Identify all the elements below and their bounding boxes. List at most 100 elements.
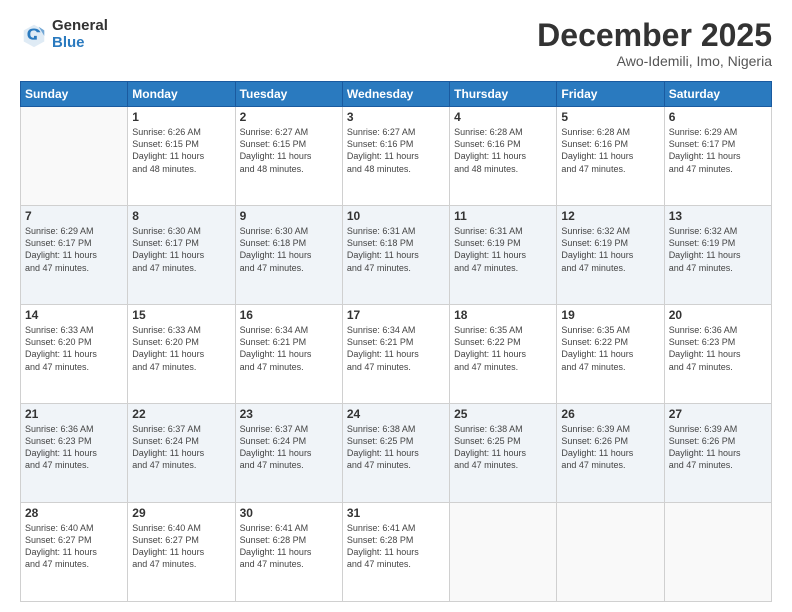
day-info: Sunrise: 6:27 AM Sunset: 6:15 PM Dayligh… [240, 126, 338, 175]
day-number: 24 [347, 407, 445, 421]
day-info: Sunrise: 6:36 AM Sunset: 6:23 PM Dayligh… [669, 324, 767, 373]
table-row: 17 Sunrise: 6:34 AM Sunset: 6:21 PM Dayli… [342, 305, 449, 404]
calendar-week-row: 1 Sunrise: 6:26 AM Sunset: 6:15 PM Daylig… [21, 107, 772, 206]
day-number: 4 [454, 110, 552, 124]
calendar-week-row: 28 Sunrise: 6:40 AM Sunset: 6:27 PM Dayli… [21, 503, 772, 602]
day-info: Sunrise: 6:37 AM Sunset: 6:24 PM Dayligh… [240, 423, 338, 472]
table-row: 6 Sunrise: 6:29 AM Sunset: 6:17 PM Daylig… [664, 107, 771, 206]
day-number: 18 [454, 308, 552, 322]
day-info: Sunrise: 6:33 AM Sunset: 6:20 PM Dayligh… [25, 324, 123, 373]
table-row: 3Sunrise: 6:27 AM Sunset: 6:16 PM Daylig… [342, 107, 449, 206]
table-row: 13 Sunrise: 6:32 AM Sunset: 6:19 PM Dayli… [664, 206, 771, 305]
day-number: 6 [669, 110, 767, 124]
logo-general: General [52, 18, 108, 35]
table-row: 28 Sunrise: 6:40 AM Sunset: 6:27 PM Dayli… [21, 503, 128, 602]
table-row: 19 Sunrise: 6:35 AM Sunset: 6:22 PM Dayli… [557, 305, 664, 404]
day-info: Sunrise: 6:28 AM Sunset: 6:16 PM Dayligh… [561, 126, 659, 175]
calendar-week-row: 14 Sunrise: 6:33 AM Sunset: 6:20 PM Dayli… [21, 305, 772, 404]
day-number: 3 [347, 110, 445, 124]
day-number: 15 [132, 308, 230, 322]
col-friday: Friday [557, 82, 664, 107]
col-thursday: Thursday [450, 82, 557, 107]
table-row: 5 Sunrise: 6:28 AM Sunset: 6:16 PM Daylig… [557, 107, 664, 206]
day-number: 26 [561, 407, 659, 421]
day-info: Sunrise: 6:28 AM Sunset: 6:16 PM Dayligh… [454, 126, 552, 175]
day-number: 7 [25, 209, 123, 223]
day-info: Sunrise: 6:39 AM Sunset: 6:26 PM Dayligh… [561, 423, 659, 472]
table-row: 21Sunrise: 6:36 AM Sunset: 6:23 PM Dayli… [21, 404, 128, 503]
day-number: 9 [240, 209, 338, 223]
logo-blue: Blue [52, 35, 108, 52]
day-number: 28 [25, 506, 123, 520]
day-info: Sunrise: 6:32 AM Sunset: 6:19 PM Dayligh… [669, 225, 767, 274]
logo: General Blue [20, 18, 108, 51]
day-info: Sunrise: 6:38 AM Sunset: 6:25 PM Dayligh… [454, 423, 552, 472]
col-sunday: Sunday [21, 82, 128, 107]
table-row: 2Sunrise: 6:27 AM Sunset: 6:15 PM Daylig… [235, 107, 342, 206]
location-subtitle: Awo-Idemili, Imo, Nigeria [537, 53, 772, 69]
day-number: 13 [669, 209, 767, 223]
day-info: Sunrise: 6:35 AM Sunset: 6:22 PM Dayligh… [561, 324, 659, 373]
table-row [664, 503, 771, 602]
table-row: 22 Sunrise: 6:37 AM Sunset: 6:24 PM Dayli… [128, 404, 235, 503]
day-info: Sunrise: 6:31 AM Sunset: 6:19 PM Dayligh… [454, 225, 552, 274]
day-info: Sunrise: 6:29 AM Sunset: 6:17 PM Dayligh… [669, 126, 767, 175]
table-row: 16Sunrise: 6:34 AM Sunset: 6:21 PM Dayli… [235, 305, 342, 404]
col-tuesday: Tuesday [235, 82, 342, 107]
title-area: December 2025 Awo-Idemili, Imo, Nigeria [537, 18, 772, 69]
day-info: Sunrise: 6:26 AM Sunset: 6:15 PM Dayligh… [132, 126, 230, 175]
day-number: 27 [669, 407, 767, 421]
day-info: Sunrise: 6:34 AM Sunset: 6:21 PM Dayligh… [347, 324, 445, 373]
day-number: 23 [240, 407, 338, 421]
day-info: Sunrise: 6:41 AM Sunset: 6:28 PM Dayligh… [240, 522, 338, 571]
day-number: 25 [454, 407, 552, 421]
table-row: 7Sunrise: 6:29 AM Sunset: 6:17 PM Daylig… [21, 206, 128, 305]
day-number: 31 [347, 506, 445, 520]
day-number: 11 [454, 209, 552, 223]
table-row: 29 Sunrise: 6:40 AM Sunset: 6:27 PM Dayli… [128, 503, 235, 602]
day-number: 22 [132, 407, 230, 421]
table-row: 9Sunrise: 6:30 AM Sunset: 6:18 PM Daylig… [235, 206, 342, 305]
day-info: Sunrise: 6:32 AM Sunset: 6:19 PM Dayligh… [561, 225, 659, 274]
day-number: 1 [132, 110, 230, 124]
day-number: 30 [240, 506, 338, 520]
table-row: 25 Sunrise: 6:38 AM Sunset: 6:25 PM Dayli… [450, 404, 557, 503]
table-row: 11 Sunrise: 6:31 AM Sunset: 6:19 PM Dayli… [450, 206, 557, 305]
day-info: Sunrise: 6:40 AM Sunset: 6:27 PM Dayligh… [132, 522, 230, 571]
table-row: 31 Sunrise: 6:41 AM Sunset: 6:28 PM Dayli… [342, 503, 449, 602]
table-row [450, 503, 557, 602]
table-row: 26 Sunrise: 6:39 AM Sunset: 6:26 PM Dayli… [557, 404, 664, 503]
col-saturday: Saturday [664, 82, 771, 107]
calendar-header-row: Sunday Monday Tuesday Wednesday Thursday… [21, 82, 772, 107]
day-number: 21 [25, 407, 123, 421]
calendar-week-row: 7Sunrise: 6:29 AM Sunset: 6:17 PM Daylig… [21, 206, 772, 305]
day-number: 20 [669, 308, 767, 322]
day-info: Sunrise: 6:35 AM Sunset: 6:22 PM Dayligh… [454, 324, 552, 373]
table-row: 18 Sunrise: 6:35 AM Sunset: 6:22 PM Dayli… [450, 305, 557, 404]
day-info: Sunrise: 6:37 AM Sunset: 6:24 PM Dayligh… [132, 423, 230, 472]
col-wednesday: Wednesday [342, 82, 449, 107]
header: General Blue December 2025 Awo-Idemili, … [20, 18, 772, 69]
table-row [21, 107, 128, 206]
day-info: Sunrise: 6:40 AM Sunset: 6:27 PM Dayligh… [25, 522, 123, 571]
col-monday: Monday [128, 82, 235, 107]
day-info: Sunrise: 6:34 AM Sunset: 6:21 PM Dayligh… [240, 324, 338, 373]
month-title: December 2025 [537, 18, 772, 53]
day-number: 14 [25, 308, 123, 322]
day-info: Sunrise: 6:30 AM Sunset: 6:17 PM Dayligh… [132, 225, 230, 274]
day-number: 29 [132, 506, 230, 520]
table-row: 24 Sunrise: 6:38 AM Sunset: 6:25 PM Dayli… [342, 404, 449, 503]
day-number: 5 [561, 110, 659, 124]
day-number: 19 [561, 308, 659, 322]
day-info: Sunrise: 6:31 AM Sunset: 6:18 PM Dayligh… [347, 225, 445, 274]
day-number: 17 [347, 308, 445, 322]
table-row: 8 Sunrise: 6:30 AM Sunset: 6:17 PM Daylig… [128, 206, 235, 305]
table-row: 30 Sunrise: 6:41 AM Sunset: 6:28 PM Dayli… [235, 503, 342, 602]
day-info: Sunrise: 6:38 AM Sunset: 6:25 PM Dayligh… [347, 423, 445, 472]
day-number: 10 [347, 209, 445, 223]
day-number: 8 [132, 209, 230, 223]
day-info: Sunrise: 6:41 AM Sunset: 6:28 PM Dayligh… [347, 522, 445, 571]
logo-text: General Blue [52, 18, 108, 51]
table-row [557, 503, 664, 602]
day-info: Sunrise: 6:33 AM Sunset: 6:20 PM Dayligh… [132, 324, 230, 373]
